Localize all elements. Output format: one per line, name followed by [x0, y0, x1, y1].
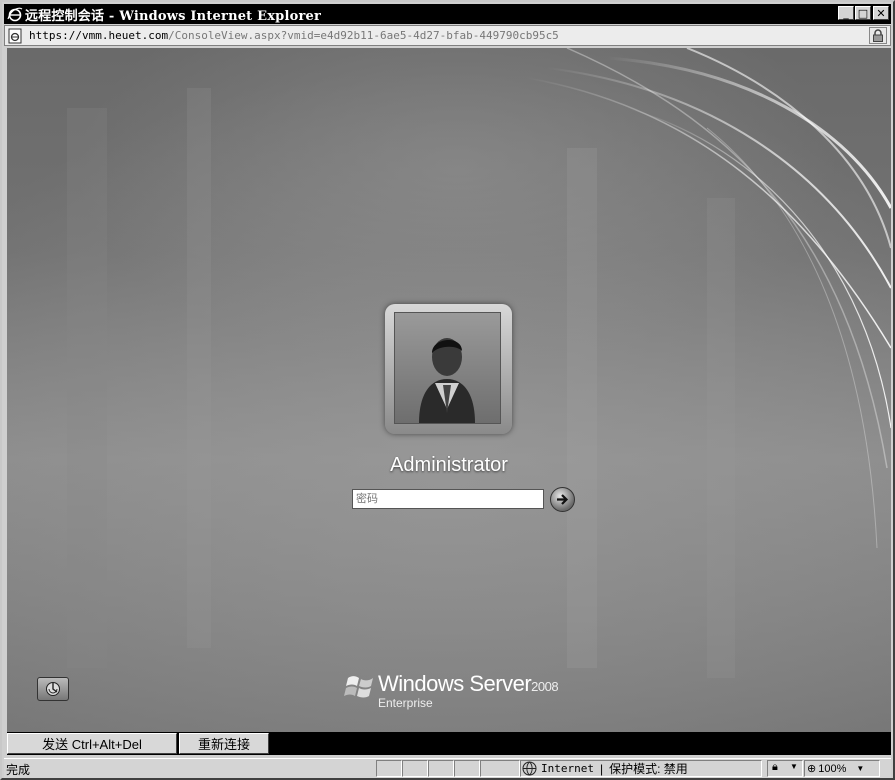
address-host: https://vmm.heuet.com	[29, 29, 169, 42]
status-pane	[480, 760, 520, 777]
address-bar[interactable]: https://vmm.heuet.com/ConsoleView.aspx?v…	[4, 25, 891, 46]
remote-console-view[interactable]: Administrator Windows Server2008 Enterpr	[7, 48, 891, 732]
user-tile[interactable]	[385, 304, 512, 434]
send-ctrl-alt-del-button[interactable]: 发送 Ctrl+Alt+Del	[7, 733, 177, 754]
user-avatar	[394, 312, 501, 424]
brand-name: Windows Server2008	[378, 671, 559, 697]
maximize-icon: □	[857, 6, 869, 20]
protected-mode-label: 保护模式: 禁用	[609, 762, 688, 776]
status-pane	[454, 760, 480, 777]
page-icon	[8, 28, 22, 43]
username-label: Administrator	[390, 454, 508, 476]
ease-of-access-icon	[46, 682, 60, 696]
ie-logo-icon	[7, 7, 23, 22]
status-pane	[402, 760, 428, 777]
zoom-icon: ⊕	[807, 763, 817, 775]
status-text: 完成	[6, 763, 31, 777]
title-bar[interactable]: 远程控制会话 - Windows Internet Explorer _ □ ✕	[4, 4, 891, 24]
console-toolbar: 发送 Ctrl+Alt+Del 重新连接	[7, 732, 891, 755]
arrow-right-icon	[557, 494, 569, 505]
security-zone[interactable]: Internet | 保护模式: 禁用	[522, 760, 688, 777]
lock-icon: 🔒︎	[772, 761, 778, 773]
close-button[interactable]: ✕	[873, 6, 889, 20]
chevron-down-icon: ▼	[790, 762, 798, 771]
zoom-value: 100%	[818, 762, 847, 775]
ease-of-access-button[interactable]	[37, 677, 69, 701]
address-path: /ConsoleView.aspx?vmid=e4d92b11-6ae5-4d2…	[168, 29, 559, 42]
reconnect-button[interactable]: 重新连接	[179, 733, 269, 754]
minimize-icon: _	[843, 6, 849, 20]
chevron-down-icon: ▼	[856, 764, 865, 773]
password-input[interactable]	[352, 489, 544, 509]
window-title: 远程控制会话 - Windows Internet Explorer	[25, 8, 322, 24]
status-pane	[428, 760, 454, 777]
zoom-level[interactable]: ⊕ 100% ▼	[807, 760, 877, 777]
add-ons-button[interactable]: 🔒︎ ▼	[767, 760, 803, 777]
status-separator: |	[599, 761, 604, 776]
brand-product: Windows Server	[378, 671, 532, 696]
brand-version: 2008	[531, 679, 559, 694]
windows-server-logo: Windows Server2008 Enterprise	[344, 668, 574, 718]
lock-icon	[873, 29, 883, 42]
status-bar: 完成 Internet | 保护模式: 禁用 🔒︎ ▼ ⊕ 100% ▼	[4, 758, 891, 778]
maximize-button[interactable]: □	[855, 6, 871, 20]
browser-window: 远程控制会话 - Windows Internet Explorer _ □ ✕…	[0, 0, 895, 780]
security-lock-button[interactable]	[869, 27, 887, 44]
user-silhouette-icon	[419, 338, 475, 423]
minimize-button[interactable]: _	[838, 6, 854, 20]
window-controls: _ □ ✕	[837, 6, 889, 20]
close-icon: ✕	[876, 6, 886, 20]
brand-edition: Enterprise	[378, 696, 433, 710]
globe-icon	[522, 761, 537, 776]
zone-label: Internet	[541, 762, 594, 775]
submit-login-button[interactable]	[550, 487, 575, 512]
status-pane	[376, 760, 402, 777]
windows-flag-icon	[344, 676, 373, 698]
